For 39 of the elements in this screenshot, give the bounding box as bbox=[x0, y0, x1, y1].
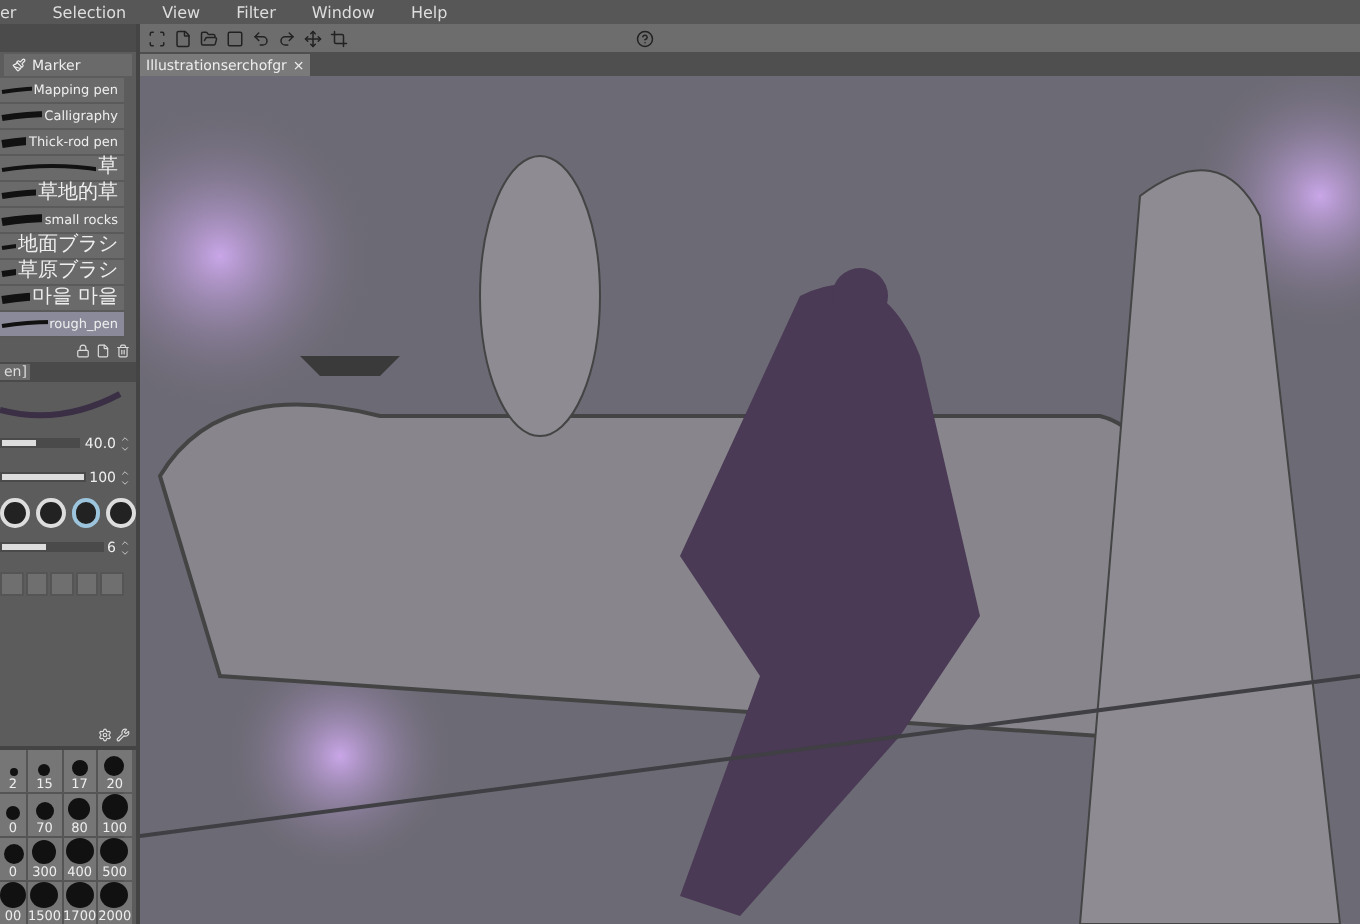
option-cell[interactable] bbox=[50, 572, 74, 596]
brush-item[interactable]: 草 bbox=[0, 156, 124, 182]
brush-tip-option[interactable] bbox=[71, 497, 101, 527]
menu-item[interactable]: View bbox=[162, 3, 201, 21]
brush-item[interactable]: 마을 마을 bbox=[0, 286, 124, 312]
brush-item[interactable]: 地面ブラシ bbox=[0, 234, 124, 260]
brush-tip-option[interactable] bbox=[0, 497, 30, 527]
stabilization-slider[interactable] bbox=[0, 542, 104, 552]
brush-item[interactable]: 草原ブラシ bbox=[0, 260, 124, 286]
undo-icon[interactable] bbox=[252, 29, 270, 47]
wrench-icon[interactable] bbox=[116, 728, 130, 742]
option-cell[interactable] bbox=[75, 572, 99, 596]
new-brush-icon[interactable] bbox=[96, 343, 110, 357]
menu-item[interactable]: Filter bbox=[236, 3, 276, 21]
spin-icon[interactable] bbox=[120, 467, 130, 487]
brush-tip-option[interactable] bbox=[106, 497, 136, 527]
redo-icon[interactable] bbox=[278, 29, 296, 47]
brush-item[interactable]: 草地的草 bbox=[0, 182, 124, 208]
brush-size-slider[interactable] bbox=[0, 438, 81, 448]
open-folder-icon[interactable] bbox=[200, 29, 218, 47]
brush-icon bbox=[12, 58, 26, 72]
move-icon[interactable] bbox=[304, 29, 322, 47]
spin-icon[interactable] bbox=[120, 433, 130, 453]
menu-item[interactable]: Selection bbox=[52, 3, 127, 21]
option-cell[interactable] bbox=[0, 572, 24, 596]
crop-icon[interactable] bbox=[330, 29, 348, 47]
settings-icon[interactable] bbox=[98, 728, 112, 742]
menu-item[interactable]: Help bbox=[410, 3, 448, 21]
brush-tip-option[interactable] bbox=[35, 497, 65, 527]
lock-icon[interactable] bbox=[76, 343, 90, 357]
help-icon[interactable] bbox=[636, 29, 654, 47]
option-cell[interactable] bbox=[25, 572, 49, 596]
square-icon[interactable] bbox=[226, 29, 244, 47]
menu-item[interactable]: er bbox=[0, 3, 17, 21]
delete-icon[interactable] bbox=[116, 343, 130, 357]
new-file-icon[interactable] bbox=[174, 29, 192, 47]
menu-item[interactable]: Window bbox=[311, 3, 375, 21]
option-cell[interactable] bbox=[100, 572, 124, 596]
spin-icon[interactable] bbox=[120, 537, 130, 557]
